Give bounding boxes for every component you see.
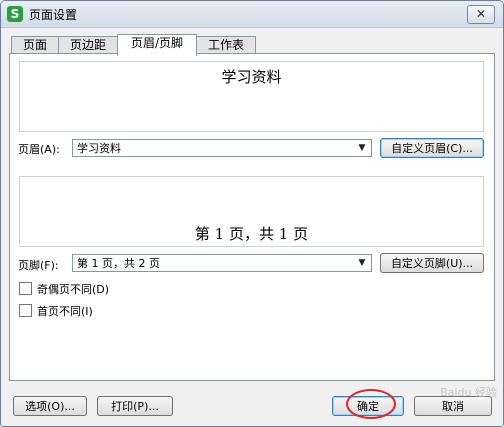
custom-footer-button[interactable]: 自定义页脚(U)... bbox=[380, 253, 484, 273]
footer-select-value: 第 1 页，共 2 页 bbox=[77, 257, 160, 270]
options-button[interactable]: 选项(O)... bbox=[13, 396, 87, 416]
header-select-value: 学习资料 bbox=[77, 142, 121, 155]
tab-page[interactable]: 页面 bbox=[11, 36, 59, 54]
footer-select[interactable]: 第 1 页，共 2 页 ▼ bbox=[72, 254, 372, 272]
dialog-title: 页面设置 bbox=[29, 8, 78, 22]
print-button[interactable]: 打印(P)... bbox=[97, 396, 173, 416]
odd-even-checkbox[interactable] bbox=[19, 282, 32, 295]
header-preview: 学习资料 bbox=[19, 61, 484, 132]
first-page-checkbox[interactable] bbox=[19, 304, 32, 317]
app-icon: S bbox=[7, 6, 23, 22]
close-button[interactable]: ✕ bbox=[467, 5, 495, 24]
page-setup-dialog: S 页面设置 ✕ 页面 页边距 页眉/页脚 工作表 学习资料 页眉(A): 学习… bbox=[0, 0, 504, 427]
odd-even-label: 奇偶页不同(D) bbox=[37, 283, 110, 296]
tab-sheet[interactable]: 工作表 bbox=[196, 36, 256, 54]
header-select[interactable]: 学习资料 ▼ bbox=[72, 139, 372, 157]
dropdown-arrow-icon: ▼ bbox=[358, 258, 366, 268]
tab-header-footer[interactable]: 页眉/页脚 bbox=[117, 34, 197, 56]
odd-even-different-option[interactable]: 奇偶页不同(D) bbox=[19, 281, 109, 297]
footer-preview-text: 第 1 页，共 1 页 bbox=[194, 225, 309, 243]
first-page-label: 首页不同(I) bbox=[37, 305, 93, 318]
title-bar: S 页面设置 ✕ bbox=[1, 1, 503, 28]
footer-preview: 第 1 页，共 1 页 bbox=[19, 176, 484, 247]
watermark: Baidu 经验 bbox=[440, 386, 497, 399]
highlight-circle bbox=[346, 389, 396, 419]
custom-header-button[interactable]: 自定义页眉(C)... bbox=[380, 138, 484, 158]
dropdown-arrow-icon: ▼ bbox=[358, 143, 366, 153]
first-page-different-option[interactable]: 首页不同(I) bbox=[19, 303, 93, 319]
tab-panel-header-footer: 学习资料 页眉(A): 学习资料 ▼ 自定义页眉(C)... 第 1 页，共 1… bbox=[9, 53, 495, 381]
tab-margins[interactable]: 页边距 bbox=[58, 36, 118, 54]
header-label: 页眉(A): bbox=[18, 143, 60, 156]
header-preview-text: 学习资料 bbox=[221, 68, 282, 86]
footer-label: 页脚(F): bbox=[18, 259, 59, 272]
